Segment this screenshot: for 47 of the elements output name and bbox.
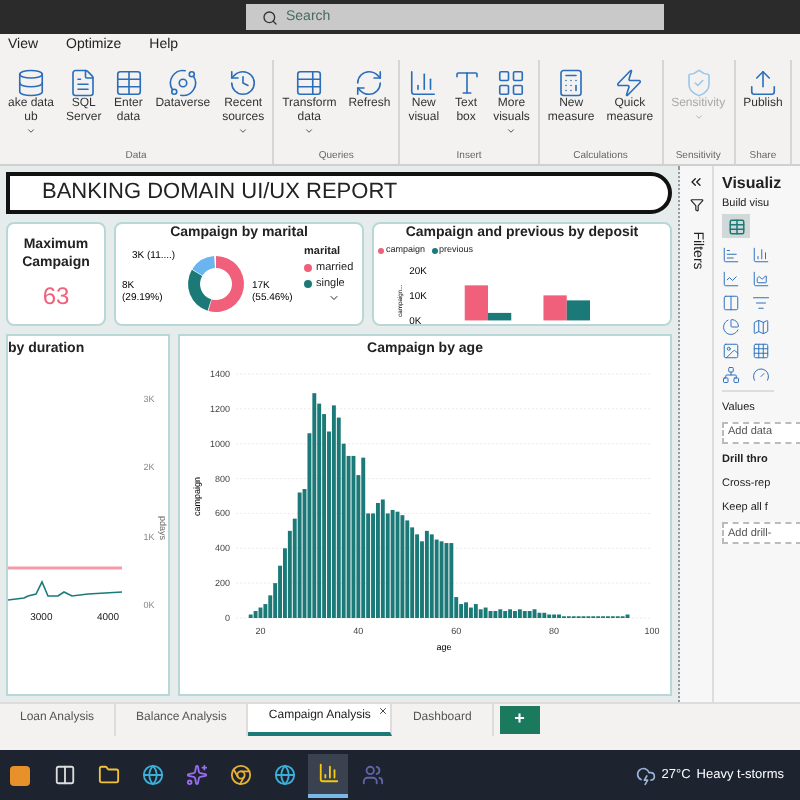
shield-icon	[683, 68, 714, 98]
table-icon	[727, 217, 745, 236]
people-icon	[361, 764, 383, 786]
search-icon	[262, 9, 278, 25]
report-title: BANKING DOMAIN UI/UX REPORT	[42, 178, 398, 209]
document-icon	[68, 68, 99, 98]
calculator-icon	[556, 68, 587, 98]
table-icon[interactable]	[751, 342, 769, 361]
upload-icon	[747, 68, 778, 98]
pane-title: Visualiz	[722, 172, 784, 196]
table-edit-icon	[294, 68, 325, 98]
sparkle-icon	[185, 764, 207, 786]
area-chart-icon[interactable]	[751, 270, 769, 289]
bar-chart-icon	[408, 68, 439, 98]
text-box-icon	[451, 68, 482, 98]
pie-chart-icon[interactable]	[722, 318, 740, 337]
line-chart-drawing	[8, 566, 124, 604]
storm-cloud-icon	[635, 765, 656, 785]
browser-icon	[273, 764, 295, 786]
grid-icon	[496, 68, 527, 98]
filter-icon[interactable]	[689, 198, 703, 212]
bar-chart-icon	[317, 762, 339, 784]
bar	[566, 300, 590, 321]
gauge-icon[interactable]	[751, 366, 769, 385]
taskbar-app[interactable]	[308, 753, 348, 797]
scroll-down-icon[interactable]	[328, 292, 340, 304]
bar	[543, 295, 567, 321]
tree-icon[interactable]	[722, 366, 740, 385]
map-icon[interactable]	[751, 318, 769, 337]
browser-icon	[141, 764, 163, 786]
start-icon	[10, 765, 30, 785]
line-chart-icon[interactable]	[722, 270, 740, 289]
image-icon[interactable]	[722, 342, 740, 361]
folder-icon	[97, 764, 119, 786]
add-page-button[interactable]: +	[499, 705, 540, 733]
kpi-value: 63	[42, 279, 70, 313]
collapse-icon[interactable]	[688, 174, 704, 190]
rings-icon	[167, 68, 198, 98]
column-chart-icon[interactable]	[751, 246, 769, 265]
build-visual-tab[interactable]	[722, 214, 750, 239]
refresh-icon	[354, 68, 385, 98]
chrome-icon	[229, 764, 251, 786]
task-view-icon	[53, 764, 75, 786]
table-icon	[113, 68, 144, 98]
bar-chart-icon[interactable]	[722, 246, 740, 265]
clock-icon	[228, 68, 259, 98]
lightning-icon	[614, 68, 645, 98]
